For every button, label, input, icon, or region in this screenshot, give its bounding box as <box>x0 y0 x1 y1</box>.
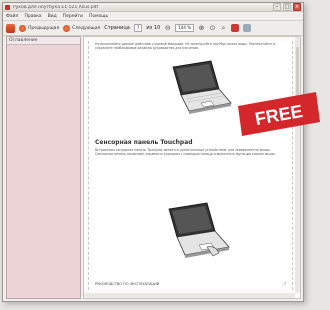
page-label: Страница <box>104 25 130 31</box>
zoom-input[interactable]: 144 % <box>175 24 194 32</box>
page-number: 7 <box>283 282 286 286</box>
next-page-label: Следующая <box>72 25 101 31</box>
footer-code: РУКОВОДСТВО ПО ЭКСПЛУАТАЦИИ <box>95 282 160 286</box>
zoom-in-icon[interactable]: ⊕ <box>198 24 205 32</box>
maximize-button[interactable]: □ <box>283 3 291 11</box>
menu-help[interactable]: Помощь <box>89 14 108 19</box>
sidebar-header: Оглавление <box>7 37 80 45</box>
free-badge: FREE <box>238 92 320 136</box>
menu-edit[interactable]: Правка <box>24 14 41 19</box>
page-view-icon[interactable] <box>243 24 251 32</box>
laptop-illustration-bottom <box>168 202 230 258</box>
window-title: Руков.для ноутбука Е1-521 Asus.pdf <box>13 4 99 10</box>
next-page-button[interactable]: Следующая <box>63 24 101 32</box>
prev-page-label: Предыдущая <box>28 25 60 31</box>
prev-page-button[interactable]: Предыдущая <box>19 24 60 32</box>
page-count: из 10 <box>146 25 161 31</box>
arrow-left-icon <box>19 24 26 32</box>
arrow-right-icon <box>63 24 71 32</box>
title-bar: Руков.для ноутбука Е1-521 Asus.pdf – □ × <box>3 3 303 12</box>
pdf-viewer-window: Руков.для ноутбука Е1-521 Asus.pdf – □ ×… <box>2 2 304 302</box>
search-icon[interactable]: ⌕ <box>220 24 227 32</box>
menu-file[interactable]: Файл <box>6 14 18 19</box>
close-button[interactable]: × <box>293 3 301 11</box>
toolbar: Предыдущая Следующая Страница 7 из 10 ⊖ … <box>3 21 303 36</box>
menu-go[interactable]: Перейти <box>63 14 83 19</box>
main-area: Оглавление Не выполняйте данное действие… <box>3 35 303 301</box>
zoom-out-icon[interactable]: ⊖ <box>164 24 171 32</box>
section-body-text: Встроенная сенсорная панель Touchpad явл… <box>95 148 276 156</box>
pdf-page: Не выполняйте данное действие с руками м… <box>88 41 293 290</box>
laptop-illustration-top <box>172 60 232 114</box>
page-footer: РУКОВОДСТВО ПО ЭКСПЛУАТАЦИИ 7 <box>95 282 286 286</box>
horizontal-scrollbar[interactable] <box>84 293 295 298</box>
intro-text: Не выполняйте данное действие с руками м… <box>95 42 276 50</box>
section-heading: Сенсорная панель Touchpad <box>95 139 193 146</box>
app-icon <box>5 4 10 10</box>
outline-sidebar: Оглавление <box>6 36 81 299</box>
fullscreen-icon[interactable] <box>231 24 239 32</box>
sidebar-toggle-icon[interactable] <box>6 23 15 33</box>
zoom-fit-icon[interactable]: ⊙ <box>209 24 216 32</box>
menu-bar: Файл Правка Вид Перейти Помощь <box>3 12 303 21</box>
menu-view[interactable]: Вид <box>48 14 57 19</box>
vertical-scrollbar[interactable] <box>295 37 300 293</box>
document-viewer[interactable]: Не выполняйте данное действие с руками м… <box>83 36 301 299</box>
minimize-button[interactable]: – <box>273 3 281 11</box>
page-number-input[interactable]: 7 <box>133 24 143 32</box>
